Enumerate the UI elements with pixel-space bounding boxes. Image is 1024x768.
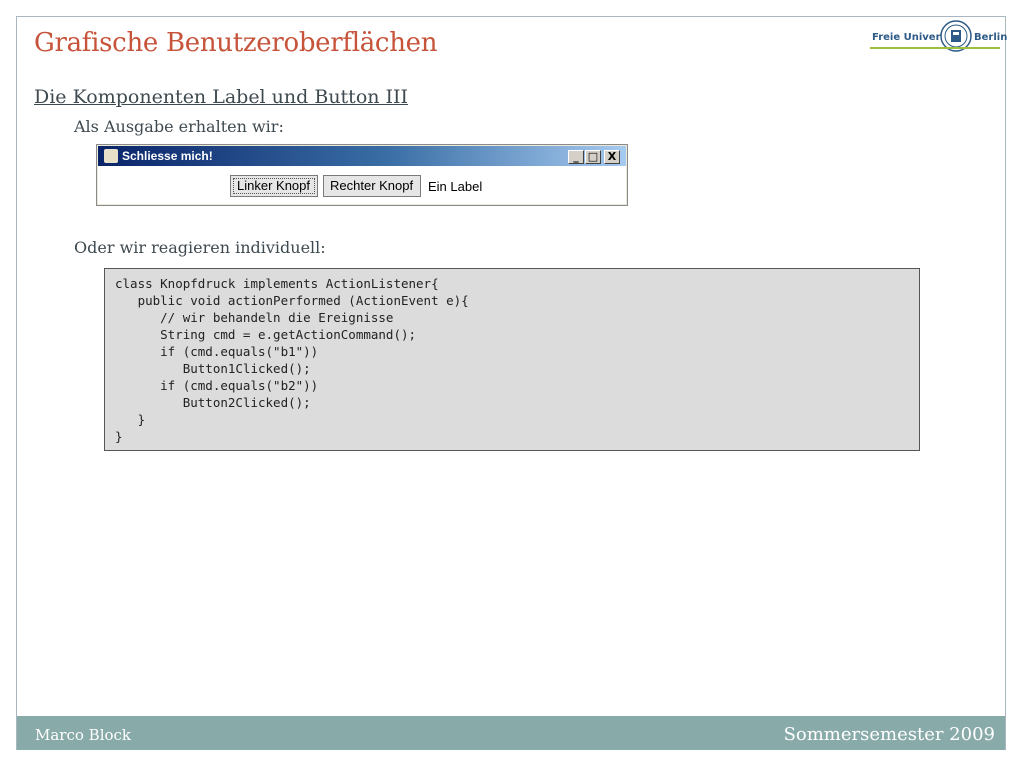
code-line: public void actionPerformed (ActionEvent… — [115, 293, 469, 308]
code-line: if (cmd.equals("b2")) — [115, 378, 319, 393]
code-line: String cmd = e.getActionCommand(); — [115, 327, 417, 342]
close-button[interactable]: X — [604, 150, 620, 164]
window-label: Ein Label — [428, 179, 483, 194]
logo-underline — [870, 47, 1000, 49]
window-titlebar[interactable]: Schliesse mich! _ □ X — [98, 146, 626, 166]
java-cup-icon — [104, 149, 118, 163]
code-line: Button1Clicked(); — [115, 361, 311, 376]
code-box: class Knopfdruck implements ActionListen… — [104, 268, 920, 451]
text-output-intro: Als Ausgabe erhalten wir: — [74, 117, 284, 136]
logo-text-right: Berlin — [974, 32, 1008, 43]
university-logo: Freie Universität Berlin — [870, 20, 1007, 58]
code-line: } — [115, 412, 146, 427]
text-individual-intro: Oder wir reagieren individuell: — [74, 238, 326, 257]
footer-author: Marco Block — [35, 726, 132, 744]
code-line: if (cmd.equals("b1")) — [115, 344, 319, 359]
code-line: class Knopfdruck implements ActionListen… — [115, 276, 439, 291]
maximize-button[interactable]: □ — [585, 150, 601, 164]
minimize-button[interactable]: _ — [568, 150, 584, 164]
slide-subtitle: Die Komponenten Label und Button III — [34, 86, 409, 108]
java-window: Schliesse mich! _ □ X Linker Knopf Recht… — [96, 144, 628, 206]
left-button[interactable]: Linker Knopf — [230, 175, 318, 197]
code-block: class Knopfdruck implements ActionListen… — [115, 275, 469, 445]
right-button[interactable]: Rechter Knopf — [323, 175, 421, 197]
code-line: } — [115, 429, 123, 444]
slide-title: Grafische Benutzeroberflächen — [34, 28, 438, 58]
code-line: Button2Clicked(); — [115, 395, 311, 410]
window-content: Linker Knopf Rechter Knopf Ein Label — [98, 166, 626, 204]
slide-footer: Marco Block Sommersemester 2009 — [17, 716, 1005, 750]
code-line: // wir behandeln die Ereignisse — [115, 310, 394, 325]
footer-semester: Sommersemester 2009 — [783, 724, 995, 745]
window-title: Schliesse mich! — [122, 149, 213, 163]
